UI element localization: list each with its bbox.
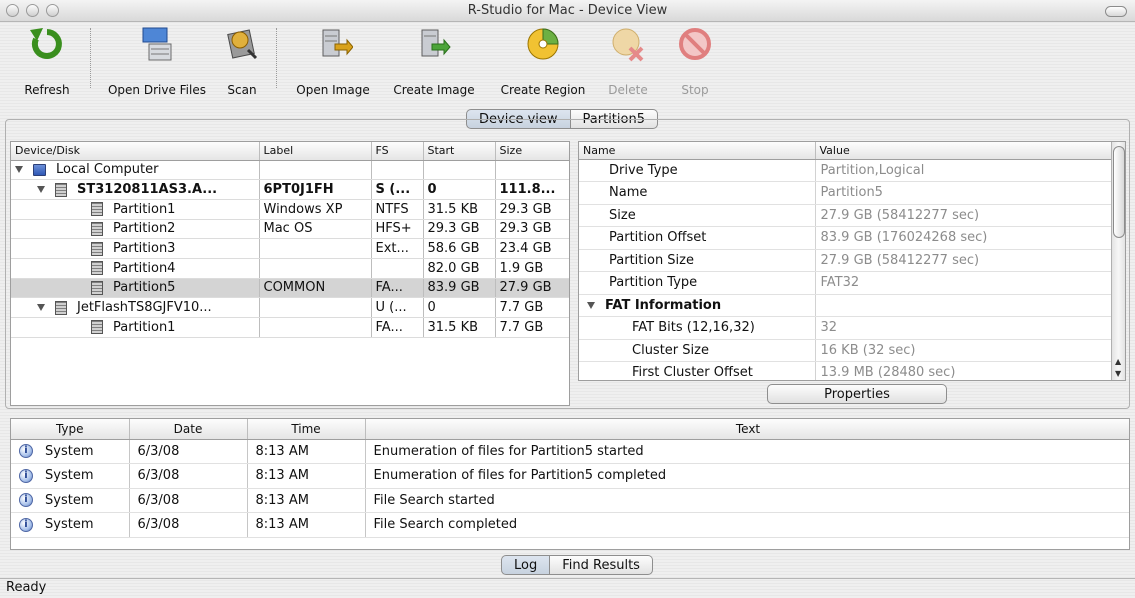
log-row[interactable]: i System 6/3/08 8:13 AM Enumeration of fi… — [11, 463, 1129, 489]
column-header-text[interactable]: Text — [365, 419, 1129, 440]
log-row[interactable]: i System 6/3/08 8:13 AM Enumeration of fi… — [11, 439, 1129, 464]
tab-find-results[interactable]: Find Results — [550, 555, 653, 575]
tree-row-partition[interactable]: Partition4 82.0 GB 1.9 GB — [11, 258, 569, 279]
log-row[interactable]: i System 6/3/08 8:13 AM File Search compl… — [11, 512, 1129, 538]
properties-scrollbar[interactable]: ▲ ▼ — [1111, 142, 1125, 380]
log-header: Type Date Time Text — [11, 419, 1129, 440]
column-header-device-disk[interactable]: Device/Disk — [11, 142, 260, 161]
scroll-up-arrow-icon[interactable]: ▲ — [1115, 357, 1121, 366]
status-bar: Ready — [0, 578, 1135, 598]
window-title: R-Studio for Mac - Device View — [467, 3, 668, 18]
tree-row-partition[interactable]: Partition1 FA... 31.5 KB 7.7 GB — [11, 317, 569, 338]
column-header-size[interactable]: Size — [495, 142, 569, 161]
create-region-icon — [527, 28, 559, 60]
info-icon: i — [19, 468, 33, 483]
column-header-type[interactable]: Type — [11, 419, 130, 440]
toolbar-toggle-button[interactable] — [1105, 6, 1127, 17]
scan-button[interactable]: Scan — [212, 22, 272, 102]
open-image-button[interactable]: Open Image — [286, 22, 380, 102]
column-header-time[interactable]: Time — [247, 419, 366, 440]
property-row[interactable]: Partition Size 27.9 GB (58412277 sec) — [579, 249, 1114, 272]
column-header-fs[interactable]: FS — [371, 142, 424, 161]
scan-icon — [227, 29, 258, 60]
status-text: Ready — [6, 580, 47, 595]
properties-button[interactable]: Properties — [767, 384, 947, 404]
create-region-button[interactable]: Create Region — [494, 22, 592, 102]
usb-drive-icon — [55, 300, 67, 315]
tab-log[interactable]: Log — [501, 555, 551, 575]
delete-button[interactable]: Delete — [600, 22, 656, 102]
column-header-date[interactable]: Date — [129, 419, 248, 440]
toolbar-separator — [276, 28, 277, 88]
column-header-name[interactable]: Name — [579, 142, 816, 160]
stop-icon — [679, 28, 711, 60]
info-icon: i — [19, 493, 33, 508]
property-row[interactable]: Size 27.9 GB (58412277 sec) — [579, 204, 1114, 227]
property-row[interactable]: First Cluster Offset 13.9 MB (28480 sec) — [579, 361, 1114, 380]
create-image-button[interactable]: Create Image — [388, 22, 480, 102]
tree-row-partition[interactable]: Partition2 Mac OS HFS+ 29.3 GB 29.3 GB — [11, 219, 569, 240]
properties-panel: Name Value Drive Type Partition,Logical N… — [578, 141, 1126, 381]
toolbar-separator — [90, 28, 91, 88]
log-tab-selector: Log Find Results — [501, 555, 653, 575]
tree-row-partition[interactable]: Partition1 Windows XP NTFS 31.5 KB 29.3 … — [11, 199, 569, 220]
title-bar: R-Studio for Mac - Device View — [0, 0, 1135, 22]
tree-row-partition[interactable]: Partition3 Ext... 58.6 GB 23.4 GB — [11, 238, 569, 259]
tree-row-disk[interactable]: JetFlashTS8GJFV10... U (... 0 7.7 GB — [11, 297, 569, 318]
open-drive-files-button[interactable]: Open Drive Files — [100, 22, 214, 102]
toolbar: Refresh Open Drive Files Scan Open Image… — [0, 22, 1135, 104]
tree-row-disk[interactable]: ST3120811AS3.A... 6PT0J1FH S (... 0 111.… — [11, 179, 569, 200]
column-header-value[interactable]: Value — [815, 142, 1114, 160]
drive-files-icon — [142, 27, 172, 61]
property-row[interactable]: Drive Type Partition,Logical — [579, 159, 1114, 182]
computer-icon — [33, 163, 46, 176]
stop-button[interactable]: Stop — [670, 22, 720, 102]
delete-icon — [612, 28, 644, 62]
property-group-row[interactable]: FAT Information — [579, 294, 1114, 317]
disclosure-triangle-icon[interactable] — [587, 301, 595, 309]
refresh-button[interactable]: Refresh — [12, 22, 82, 102]
column-header-start[interactable]: Start — [423, 142, 496, 161]
log-panel: Type Date Time Text i System 6/3/08 8:13 … — [10, 418, 1130, 550]
property-row[interactable]: FAT Bits (12,16,32) 32 — [579, 316, 1114, 340]
partition-icon — [91, 221, 103, 236]
property-row[interactable]: Partition Type FAT32 — [579, 271, 1114, 295]
info-icon: i — [19, 444, 33, 459]
device-tree-panel: Device/Disk Label FS Start Size Local Co… — [10, 141, 570, 406]
info-icon: i — [19, 517, 33, 532]
log-table: Type Date Time Text i System 6/3/08 8:13 … — [11, 419, 1129, 538]
scroll-down-arrow-icon[interactable]: ▼ — [1115, 369, 1121, 378]
disclosure-triangle-icon[interactable] — [37, 186, 45, 194]
app-window: R-Studio for Mac - Device View Refresh O… — [0, 0, 1135, 598]
create-image-icon — [421, 29, 451, 57]
property-row[interactable]: Cluster Size 16 KB (32 sec) — [579, 339, 1114, 362]
hard-disk-icon — [55, 182, 67, 197]
tree-row-partition-selected[interactable]: Partition5 COMMON FA... 83.9 GB 27.9 GB — [11, 278, 569, 299]
scrollbar-thumb[interactable] — [1113, 146, 1125, 238]
partition-icon — [91, 261, 103, 276]
partition-icon — [91, 320, 103, 335]
disclosure-triangle-icon[interactable] — [37, 304, 45, 312]
properties-header: Name Value — [579, 142, 1114, 160]
open-image-icon — [322, 29, 353, 57]
disclosure-triangle-icon[interactable] — [15, 166, 23, 174]
property-row[interactable]: Name Partition5 — [579, 181, 1114, 205]
partition-icon — [91, 202, 103, 217]
partition-icon — [91, 280, 103, 295]
properties-table: Name Value Drive Type Partition,Logical N… — [579, 142, 1114, 380]
refresh-icon — [30, 28, 62, 59]
partition-icon — [91, 241, 103, 256]
device-tree-table: Device/Disk Label FS Start Size Local Co… — [11, 142, 569, 338]
device-tree-header: Device/Disk Label FS Start Size — [11, 142, 569, 161]
column-header-label[interactable]: Label — [259, 142, 372, 161]
property-row[interactable]: Partition Offset 83.9 GB (176024268 sec) — [579, 226, 1114, 250]
tree-row-local-computer[interactable]: Local Computer — [11, 160, 569, 181]
log-row[interactable]: i System 6/3/08 8:13 AM File Search start… — [11, 488, 1129, 513]
